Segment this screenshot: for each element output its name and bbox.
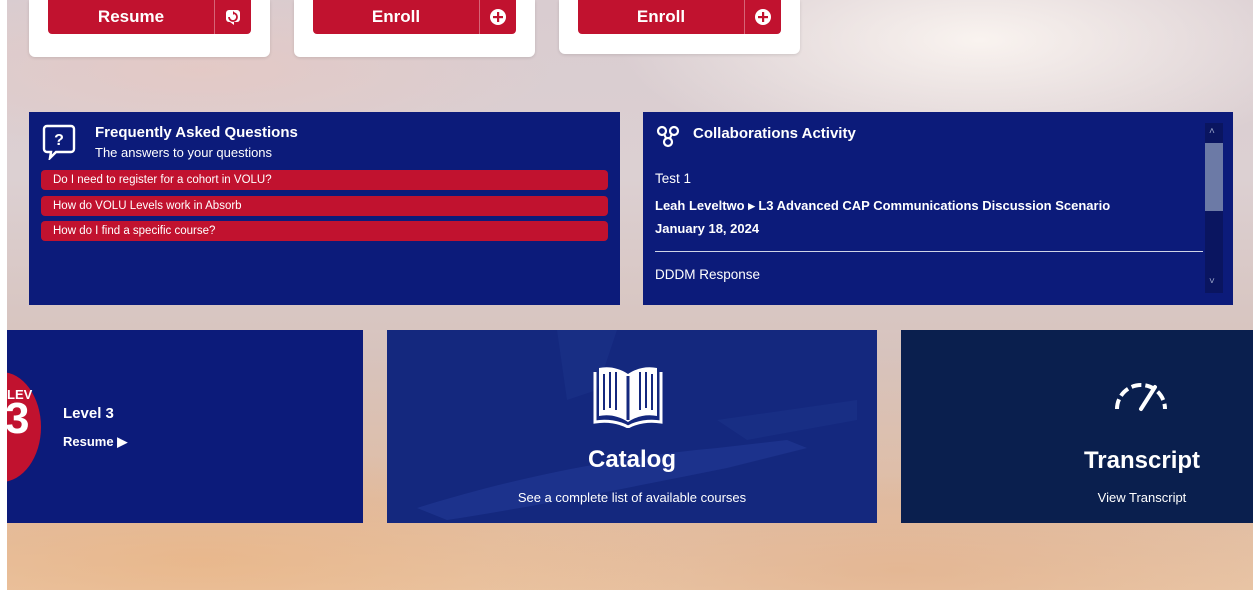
open-book-icon bbox=[593, 360, 663, 433]
activity-title[interactable]: Test 1 bbox=[655, 171, 691, 186]
level-resume-link[interactable]: Resume ▶ bbox=[63, 434, 127, 450]
enroll-button[interactable]: Enroll bbox=[578, 0, 781, 34]
faq-link[interactable]: Do I need to register for a cohort in VO… bbox=[41, 170, 608, 190]
resume-button[interactable]: Resume bbox=[48, 0, 251, 34]
enroll-button-label: Enroll bbox=[636, 7, 686, 26]
faq-title: Frequently Asked Questions bbox=[95, 124, 298, 141]
left-edge bbox=[0, 0, 7, 590]
faq-link[interactable]: How do I find a specific course? bbox=[41, 221, 608, 241]
enroll-button-label: Enroll bbox=[371, 7, 421, 26]
transcript-tile[interactable]: Transcript View Transcript bbox=[901, 330, 1253, 523]
collaborations-title: Collaborations Activity bbox=[693, 125, 856, 142]
course-card-1: Resume bbox=[29, 0, 270, 57]
catalog-subtitle: See a complete list of available courses bbox=[517, 490, 747, 505]
activity-divider bbox=[655, 251, 1203, 252]
collaboration-icon bbox=[655, 124, 681, 153]
plus-circle-icon bbox=[479, 0, 516, 34]
scrollbar-thumb[interactable] bbox=[1205, 143, 1223, 211]
transcript-subtitle[interactable]: View Transcript bbox=[1031, 490, 1253, 505]
faq-panel: ? Frequently Asked Questions The answers… bbox=[29, 112, 620, 305]
transcript-title: Transcript bbox=[1083, 447, 1201, 474]
course-card-2: Enroll bbox=[294, 0, 535, 57]
catalog-title: Catalog bbox=[587, 446, 676, 473]
speedometer-icon bbox=[1111, 373, 1171, 418]
faq-subtitle: The answers to your questions bbox=[95, 145, 273, 160]
resume-icon bbox=[214, 0, 251, 34]
course-card-3: Enroll bbox=[559, 0, 800, 54]
collaborations-panel: Collaborations Activity Test 1 Leah Leve… bbox=[643, 112, 1233, 305]
level-badge-number: 3 bbox=[7, 394, 30, 443]
enroll-button[interactable]: Enroll bbox=[313, 0, 516, 34]
level-tile[interactable]: LEV 3 Level 3 Resume ▶ bbox=[7, 330, 363, 523]
activity-date: January 18, 2024 bbox=[655, 221, 760, 236]
plus-circle-icon bbox=[744, 0, 781, 34]
scroll-down-icon[interactable]: ˅ bbox=[1209, 276, 1215, 287]
resume-button-label: Resume bbox=[97, 7, 165, 26]
scroll-up-icon[interactable]: ˄ bbox=[1209, 126, 1215, 137]
catalog-tile[interactable]: Catalog See a complete list of available… bbox=[387, 330, 877, 523]
svg-text:?: ? bbox=[54, 132, 64, 149]
activity-path[interactable]: Leah Leveltwo ▸ L3 Advanced CAP Communic… bbox=[655, 198, 1110, 214]
faq-link[interactable]: How do VOLU Levels work in Absorb bbox=[41, 196, 608, 216]
level-title: Level 3 bbox=[63, 405, 114, 422]
activity-title[interactable]: DDDM Response bbox=[655, 267, 760, 282]
question-bubble-icon: ? bbox=[42, 124, 76, 165]
